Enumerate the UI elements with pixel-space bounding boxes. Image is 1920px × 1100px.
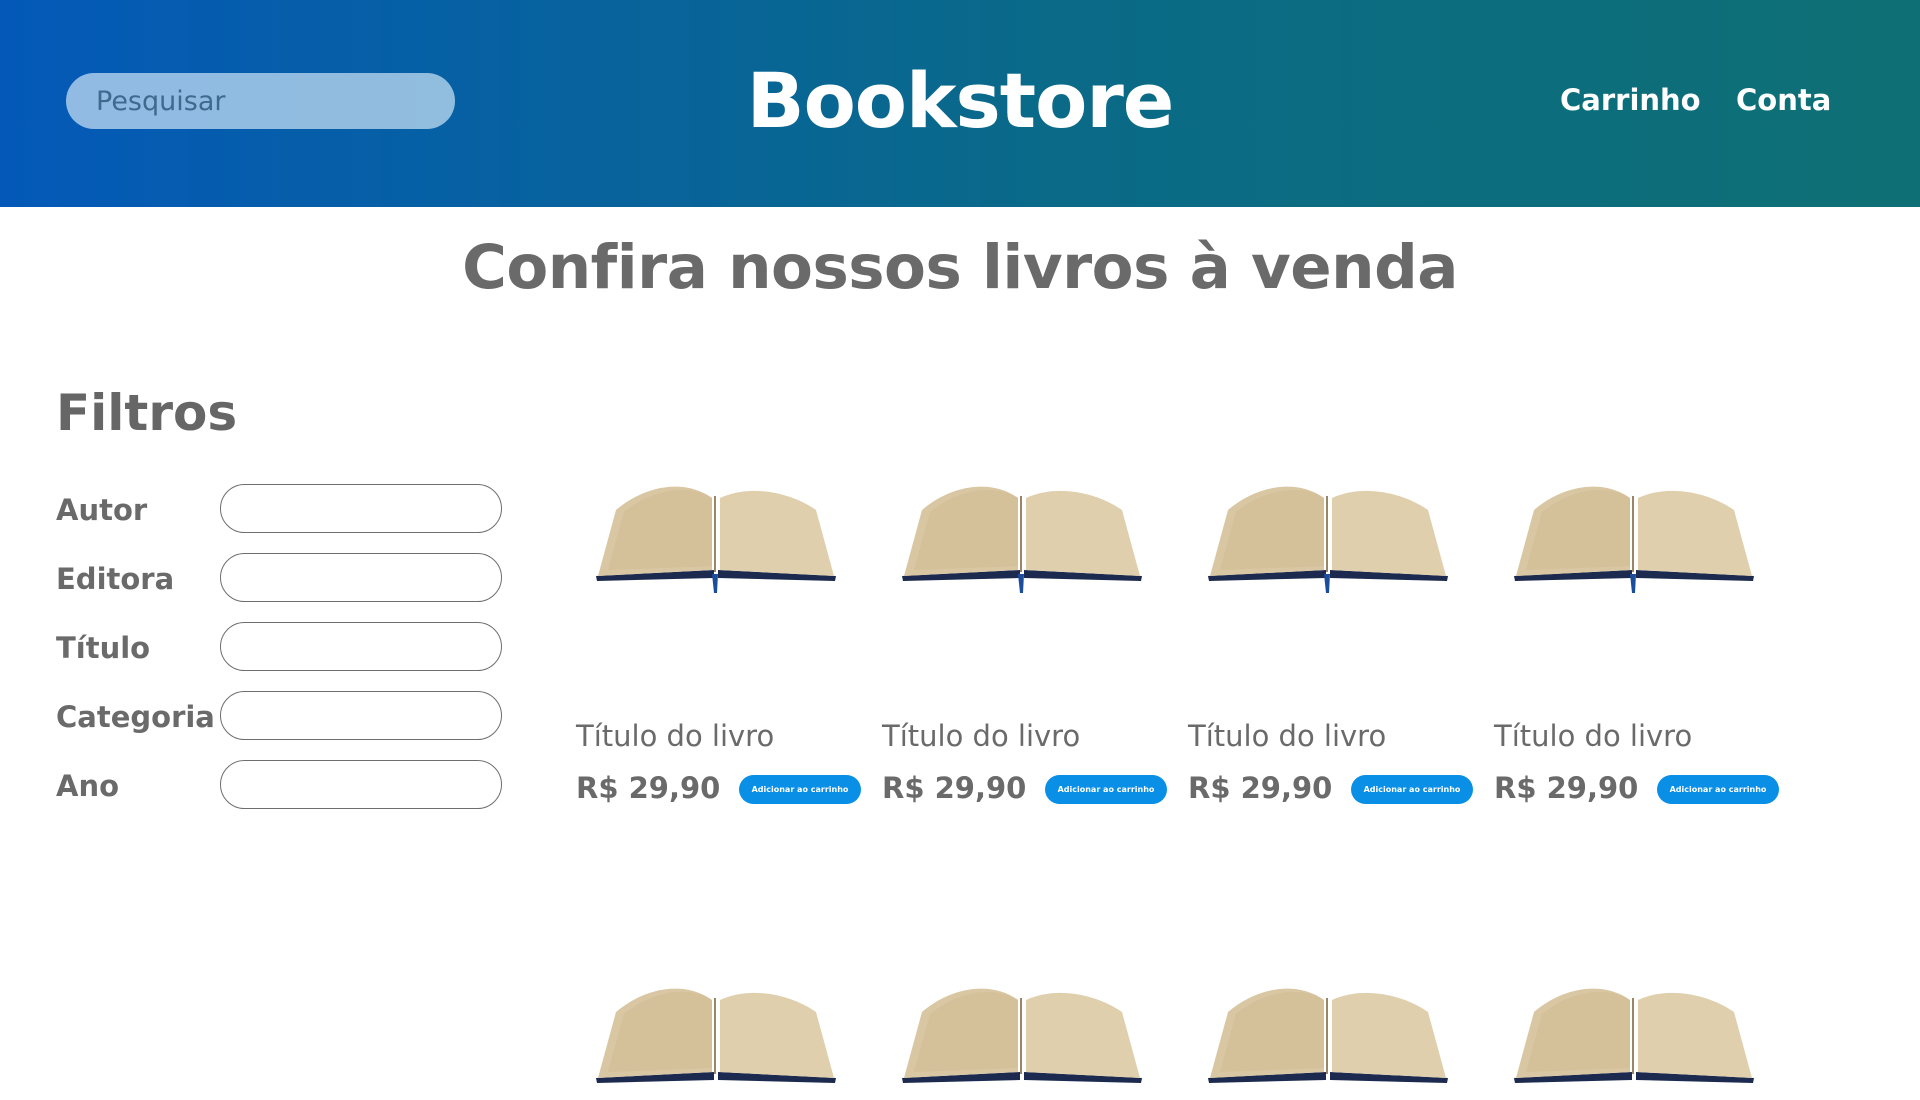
filter-label: Título [56,631,151,665]
filters-title: Filtros [56,384,238,442]
product-card[interactable] [576,980,866,1083]
product-card[interactable]: Título do livro R$ 29,90 Adicionar ao ca… [1494,478,1784,808]
book-title[interactable]: Título do livro [882,718,1080,754]
product-card[interactable] [882,980,1172,1083]
book-image[interactable] [1206,980,1450,1100]
add-to-cart-button[interactable]: Adicionar ao carrinho [1351,775,1473,804]
filter-categoria: Categoria [56,691,506,741]
book-image[interactable] [1512,980,1756,1100]
book-price: R$ 29,90 [882,771,1027,805]
add-to-cart-button[interactable]: Adicionar ao carrinho [1045,775,1167,804]
book-image[interactable] [1512,478,1756,598]
filter-categoria-input[interactable] [220,691,502,740]
book-title[interactable]: Título do livro [576,718,774,754]
add-to-cart-button[interactable]: Adicionar ao carrinho [1657,775,1779,804]
open-book-icon [902,988,1142,1083]
filter-autor-input[interactable] [220,484,502,533]
product-card[interactable]: Título do livro R$ 29,90 Adicionar ao ca… [882,478,1172,808]
book-price: R$ 29,90 [576,771,721,805]
book-title[interactable]: Título do livro [1494,718,1692,754]
filter-label: Autor [56,493,148,527]
product-card[interactable] [1494,980,1784,1083]
filter-autor: Autor [56,484,506,534]
book-image[interactable] [900,478,1144,598]
filter-ano-input[interactable] [220,760,502,809]
product-card[interactable] [1188,980,1478,1083]
open-book-icon [1514,486,1754,593]
open-book-icon [902,486,1142,593]
filter-editora-input[interactable] [220,553,502,602]
site-header: Bookstore Carrinho Conta [0,0,1920,207]
book-image[interactable] [1206,478,1450,598]
open-book-icon [1208,988,1448,1083]
book-image[interactable] [594,478,838,598]
filter-label: Categoria [56,700,215,734]
open-book-icon [596,486,836,593]
filter-titulo: Título [56,622,506,672]
page-title: Confira nossos livros à venda [462,232,1458,303]
filter-titulo-input[interactable] [220,622,502,671]
open-book-icon [1514,988,1754,1083]
nav-account-link[interactable]: Conta [1736,80,1831,120]
filter-ano: Ano [56,760,506,810]
filter-label: Editora [56,562,175,596]
add-to-cart-button[interactable]: Adicionar ao carrinho [739,775,861,804]
book-title[interactable]: Título do livro [1188,718,1386,754]
open-book-icon [1208,486,1448,593]
product-card[interactable]: Título do livro R$ 29,90 Adicionar ao ca… [1188,478,1478,808]
book-price: R$ 29,90 [1494,771,1639,805]
filter-label: Ano [56,769,120,803]
filter-editora: Editora [56,553,506,603]
book-image[interactable] [900,980,1144,1100]
book-price: R$ 29,90 [1188,771,1333,805]
nav-cart-link[interactable]: Carrinho [1560,80,1701,120]
open-book-icon [596,988,836,1083]
book-image[interactable] [594,980,838,1100]
product-card[interactable]: Título do livro R$ 29,90 Adicionar ao ca… [576,478,866,808]
